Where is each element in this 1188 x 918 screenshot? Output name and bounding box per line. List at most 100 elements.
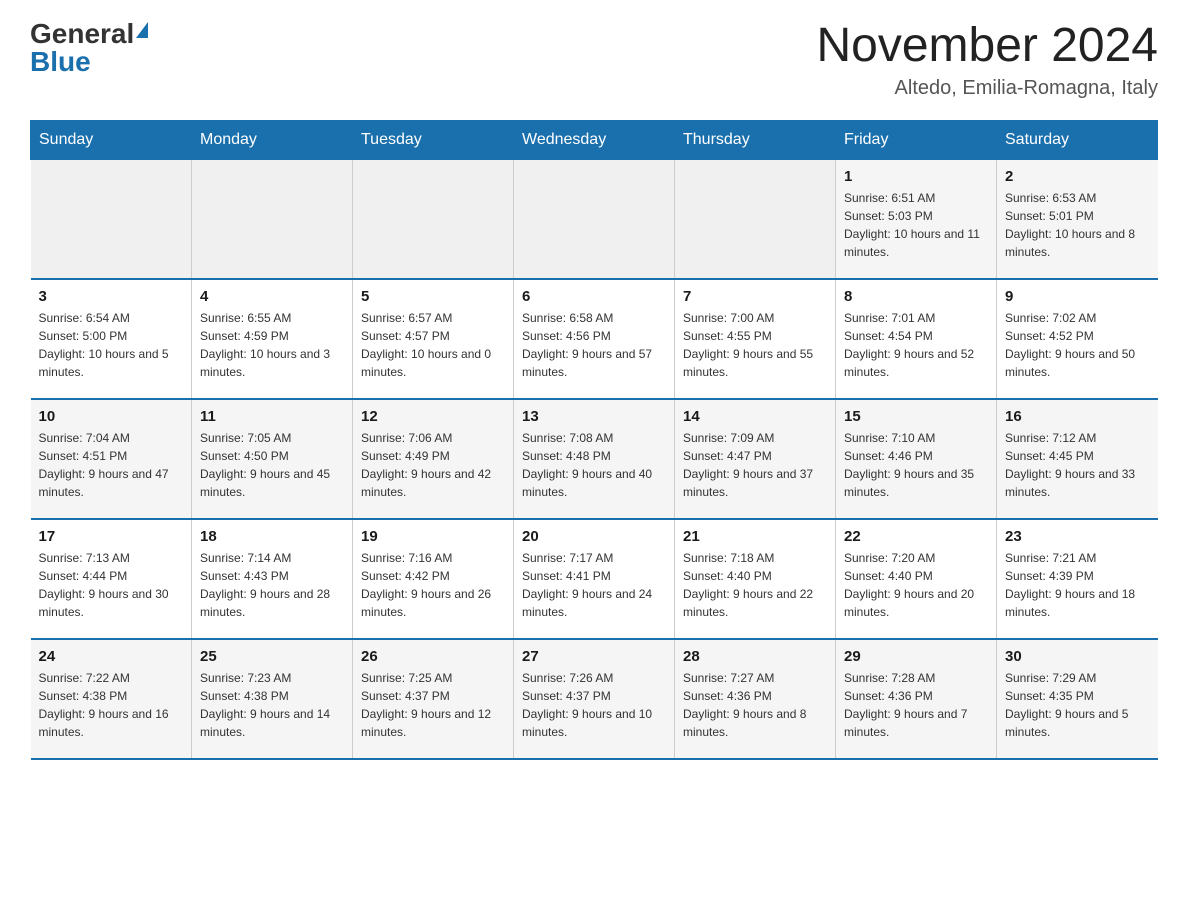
calendar-day-cell: 29 Sunrise: 7:28 AM Sunset: 4:36 PM Dayli… <box>836 639 997 759</box>
weekday-header-row: SundayMondayTuesdayWednesdayThursdayFrid… <box>31 120 1158 159</box>
calendar-header: SundayMondayTuesdayWednesdayThursdayFrid… <box>31 120 1158 159</box>
day-info: Sunrise: 7:02 AM Sunset: 4:52 PM Dayligh… <box>1005 309 1150 381</box>
day-info: Sunrise: 7:28 AM Sunset: 4:36 PM Dayligh… <box>844 669 988 741</box>
day-info: Sunrise: 6:58 AM Sunset: 4:56 PM Dayligh… <box>522 309 666 381</box>
day-number: 29 <box>844 648 988 665</box>
day-number: 12 <box>361 408 505 425</box>
calendar-day-cell: 16 Sunrise: 7:12 AM Sunset: 4:45 PM Dayli… <box>997 399 1158 519</box>
day-info: Sunrise: 7:26 AM Sunset: 4:37 PM Dayligh… <box>522 669 666 741</box>
day-info: Sunrise: 7:04 AM Sunset: 4:51 PM Dayligh… <box>39 429 184 501</box>
calendar-day-cell: 12 Sunrise: 7:06 AM Sunset: 4:49 PM Dayli… <box>353 399 514 519</box>
day-info: Sunrise: 7:18 AM Sunset: 4:40 PM Dayligh… <box>683 549 827 621</box>
calendar-day-cell <box>31 159 192 279</box>
day-number: 8 <box>844 288 988 305</box>
calendar-day-cell: 13 Sunrise: 7:08 AM Sunset: 4:48 PM Dayli… <box>514 399 675 519</box>
day-info: Sunrise: 6:57 AM Sunset: 4:57 PM Dayligh… <box>361 309 505 381</box>
day-number: 10 <box>39 408 184 425</box>
day-info: Sunrise: 7:01 AM Sunset: 4:54 PM Dayligh… <box>844 309 988 381</box>
calendar-day-cell: 22 Sunrise: 7:20 AM Sunset: 4:40 PM Dayli… <box>836 519 997 639</box>
calendar-day-cell: 19 Sunrise: 7:16 AM Sunset: 4:42 PM Dayli… <box>353 519 514 639</box>
calendar-day-cell: 9Sunrise: 7:02 AM Sunset: 4:52 PM Daylig… <box>997 279 1158 399</box>
weekday-header-thursday: Thursday <box>675 120 836 159</box>
calendar-week-row: 17Sunrise: 7:13 AM Sunset: 4:44 PM Dayli… <box>31 519 1158 639</box>
calendar-day-cell: 11 Sunrise: 7:05 AM Sunset: 4:50 PM Dayli… <box>192 399 353 519</box>
day-info: Sunrise: 7:29 AM Sunset: 4:35 PM Dayligh… <box>1005 669 1150 741</box>
calendar-day-cell: 2 Sunrise: 6:53 AM Sunset: 5:01 PM Daylig… <box>997 159 1158 279</box>
day-number: 28 <box>683 648 827 665</box>
day-number: 16 <box>1005 408 1150 425</box>
calendar-table: SundayMondayTuesdayWednesdayThursdayFrid… <box>30 120 1158 761</box>
day-info: Sunrise: 7:08 AM Sunset: 4:48 PM Dayligh… <box>522 429 666 501</box>
day-info: Sunrise: 6:55 AM Sunset: 4:59 PM Dayligh… <box>200 309 344 381</box>
calendar-day-cell: 26 Sunrise: 7:25 AM Sunset: 4:37 PM Dayli… <box>353 639 514 759</box>
calendar-day-cell: 25Sunrise: 7:23 AM Sunset: 4:38 PM Dayli… <box>192 639 353 759</box>
weekday-header-sunday: Sunday <box>31 120 192 159</box>
day-info: Sunrise: 7:12 AM Sunset: 4:45 PM Dayligh… <box>1005 429 1150 501</box>
day-number: 23 <box>1005 528 1150 545</box>
day-number: 7 <box>683 288 827 305</box>
calendar-day-cell <box>514 159 675 279</box>
calendar-day-cell: 14 Sunrise: 7:09 AM Sunset: 4:47 PM Dayli… <box>675 399 836 519</box>
day-info: Sunrise: 7:22 AM Sunset: 4:38 PM Dayligh… <box>39 669 184 741</box>
weekday-header-friday: Friday <box>836 120 997 159</box>
day-info: Sunrise: 6:54 AM Sunset: 5:00 PM Dayligh… <box>39 309 184 381</box>
day-number: 24 <box>39 648 184 665</box>
day-number: 14 <box>683 408 827 425</box>
weekday-header-saturday: Saturday <box>997 120 1158 159</box>
day-number: 21 <box>683 528 827 545</box>
calendar-week-row: 1 Sunrise: 6:51 AM Sunset: 5:03 PM Daylig… <box>31 159 1158 279</box>
day-info: Sunrise: 7:25 AM Sunset: 4:37 PM Dayligh… <box>361 669 505 741</box>
calendar-day-cell: 27Sunrise: 7:26 AM Sunset: 4:37 PM Dayli… <box>514 639 675 759</box>
day-info: Sunrise: 7:16 AM Sunset: 4:42 PM Dayligh… <box>361 549 505 621</box>
location-text: Altedo, Emilia-Romagna, Italy <box>816 77 1158 100</box>
weekday-header-wednesday: Wednesday <box>514 120 675 159</box>
day-info: Sunrise: 7:14 AM Sunset: 4:43 PM Dayligh… <box>200 549 344 621</box>
calendar-day-cell: 1 Sunrise: 6:51 AM Sunset: 5:03 PM Daylig… <box>836 159 997 279</box>
day-info: Sunrise: 7:06 AM Sunset: 4:49 PM Dayligh… <box>361 429 505 501</box>
weekday-header-tuesday: Tuesday <box>353 120 514 159</box>
weekday-header-monday: Monday <box>192 120 353 159</box>
day-info: Sunrise: 6:51 AM Sunset: 5:03 PM Dayligh… <box>844 189 988 261</box>
month-title: November 2024 <box>816 20 1158 73</box>
calendar-day-cell: 28 Sunrise: 7:27 AM Sunset: 4:36 PM Dayli… <box>675 639 836 759</box>
day-number: 6 <box>522 288 666 305</box>
day-info: Sunrise: 7:05 AM Sunset: 4:50 PM Dayligh… <box>200 429 344 501</box>
day-number: 19 <box>361 528 505 545</box>
logo: General Blue <box>30 20 148 76</box>
calendar-day-cell: 20Sunrise: 7:17 AM Sunset: 4:41 PM Dayli… <box>514 519 675 639</box>
day-number: 2 <box>1005 168 1150 185</box>
day-info: Sunrise: 7:27 AM Sunset: 4:36 PM Dayligh… <box>683 669 827 741</box>
day-number: 3 <box>39 288 184 305</box>
day-info: Sunrise: 7:20 AM Sunset: 4:40 PM Dayligh… <box>844 549 988 621</box>
day-number: 26 <box>361 648 505 665</box>
day-number: 5 <box>361 288 505 305</box>
calendar-day-cell: 15 Sunrise: 7:10 AM Sunset: 4:46 PM Dayli… <box>836 399 997 519</box>
calendar-week-row: 3 Sunrise: 6:54 AM Sunset: 5:00 PM Daylig… <box>31 279 1158 399</box>
calendar-week-row: 10 Sunrise: 7:04 AM Sunset: 4:51 PM Dayli… <box>31 399 1158 519</box>
day-number: 11 <box>200 408 344 425</box>
day-number: 4 <box>200 288 344 305</box>
calendar-day-cell: 5 Sunrise: 6:57 AM Sunset: 4:57 PM Daylig… <box>353 279 514 399</box>
day-info: Sunrise: 7:09 AM Sunset: 4:47 PM Dayligh… <box>683 429 827 501</box>
day-number: 22 <box>844 528 988 545</box>
calendar-day-cell: 3 Sunrise: 6:54 AM Sunset: 5:00 PM Daylig… <box>31 279 192 399</box>
calendar-day-cell: 17Sunrise: 7:13 AM Sunset: 4:44 PM Dayli… <box>31 519 192 639</box>
day-info: Sunrise: 7:10 AM Sunset: 4:46 PM Dayligh… <box>844 429 988 501</box>
page-header: General Blue November 2024 Altedo, Emili… <box>30 20 1158 100</box>
calendar-day-cell: 24 Sunrise: 7:22 AM Sunset: 4:38 PM Dayli… <box>31 639 192 759</box>
calendar-day-cell: 30 Sunrise: 7:29 AM Sunset: 4:35 PM Dayli… <box>997 639 1158 759</box>
calendar-day-cell: 21 Sunrise: 7:18 AM Sunset: 4:40 PM Dayli… <box>675 519 836 639</box>
day-info: Sunrise: 7:13 AM Sunset: 4:44 PM Dayligh… <box>39 549 184 621</box>
day-info: Sunrise: 6:53 AM Sunset: 5:01 PM Dayligh… <box>1005 189 1150 261</box>
day-number: 1 <box>844 168 988 185</box>
calendar-day-cell: 7Sunrise: 7:00 AM Sunset: 4:55 PM Daylig… <box>675 279 836 399</box>
day-number: 13 <box>522 408 666 425</box>
calendar-body: 1 Sunrise: 6:51 AM Sunset: 5:03 PM Daylig… <box>31 159 1158 759</box>
calendar-day-cell: 8 Sunrise: 7:01 AM Sunset: 4:54 PM Daylig… <box>836 279 997 399</box>
calendar-week-row: 24 Sunrise: 7:22 AM Sunset: 4:38 PM Dayli… <box>31 639 1158 759</box>
day-info: Sunrise: 7:21 AM Sunset: 4:39 PM Dayligh… <box>1005 549 1150 621</box>
day-number: 30 <box>1005 648 1150 665</box>
day-info: Sunrise: 7:23 AM Sunset: 4:38 PM Dayligh… <box>200 669 344 741</box>
calendar-day-cell: 23 Sunrise: 7:21 AM Sunset: 4:39 PM Dayli… <box>997 519 1158 639</box>
day-number: 15 <box>844 408 988 425</box>
